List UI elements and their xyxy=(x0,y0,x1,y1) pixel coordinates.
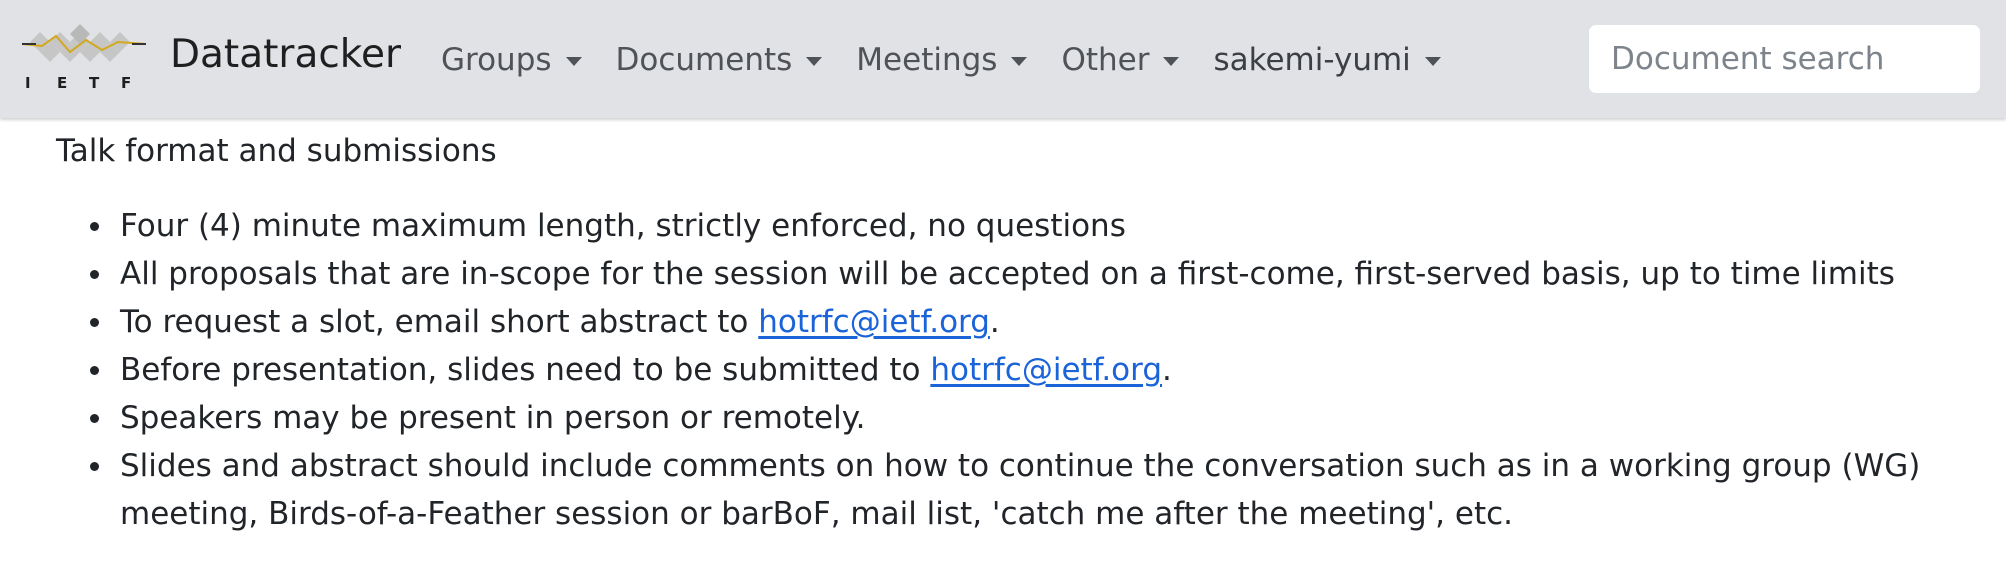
list-item: Speakers may be present in person or rem… xyxy=(90,394,1980,442)
nav-groups-dropdown[interactable]: Groups xyxy=(441,42,582,78)
nav-meetings-label: Meetings xyxy=(856,42,998,78)
main-nav: Groups Documents Meetings Other sakemi-y… xyxy=(441,38,1475,82)
talk-rules-list: Four (4) minute maximum length, strictly… xyxy=(56,202,1980,538)
nav-meetings-dropdown[interactable]: Meetings xyxy=(856,42,1028,78)
svg-text:IETF: IETF xyxy=(25,74,131,92)
list-item-text: Speakers may be present in person or rem… xyxy=(120,400,866,436)
list-item-punct: . xyxy=(989,304,1000,340)
list-item: Slides and abstract should include comme… xyxy=(90,442,1980,538)
nav-other-dropdown[interactable]: Other xyxy=(1061,42,1180,78)
list-item-text: Before presentation, slides need to be s… xyxy=(120,352,931,388)
list-item-text: Slides and abstract should include comme… xyxy=(120,448,1921,532)
nav-documents-dropdown[interactable]: Documents xyxy=(616,42,823,78)
ietf-logo-graphic: IETF xyxy=(21,24,147,92)
section-heading: Talk format and submissions xyxy=(56,133,497,169)
brand-title[interactable]: Datatracker xyxy=(170,30,401,80)
nav-other-label: Other xyxy=(1061,42,1150,78)
list-item: Four (4) minute maximum length, strictly… xyxy=(90,202,1980,250)
chevron-down-icon xyxy=(565,56,582,66)
document-search-input[interactable] xyxy=(1588,24,1981,94)
nav-user-label: sakemi-yumi xyxy=(1213,42,1411,78)
chevron-down-icon xyxy=(806,56,823,66)
list-item: To request a slot, email short abstract … xyxy=(90,298,1980,346)
chevron-down-icon xyxy=(1163,56,1180,66)
nav-documents-label: Documents xyxy=(615,42,793,78)
list-item-punct: . xyxy=(1162,352,1172,388)
hotrfc-email-link[interactable]: hotrfc@ietf.org xyxy=(758,304,990,340)
hotrfc-email-link[interactable]: hotrfc@ietf.org xyxy=(930,352,1162,388)
chevron-down-icon xyxy=(1011,56,1028,66)
list-item-text: Four (4) minute maximum length, strictly… xyxy=(120,208,1126,244)
list-item: All proposals that are in-scope for the … xyxy=(90,250,1980,298)
list-item-text: To request a slot, email short abstract … xyxy=(120,304,759,340)
nav-groups-label: Groups xyxy=(441,42,552,78)
ietf-logo[interactable]: IETF xyxy=(21,22,147,94)
top-navbar: IETF Datatracker Groups Documents Meetin… xyxy=(0,0,2006,118)
list-item-text: All proposals that are in-scope for the … xyxy=(120,256,1895,292)
nav-user-dropdown[interactable]: sakemi-yumi xyxy=(1213,42,1441,78)
list-item: Before presentation, slides need to be s… xyxy=(90,346,1980,394)
chevron-down-icon xyxy=(1424,56,1441,66)
